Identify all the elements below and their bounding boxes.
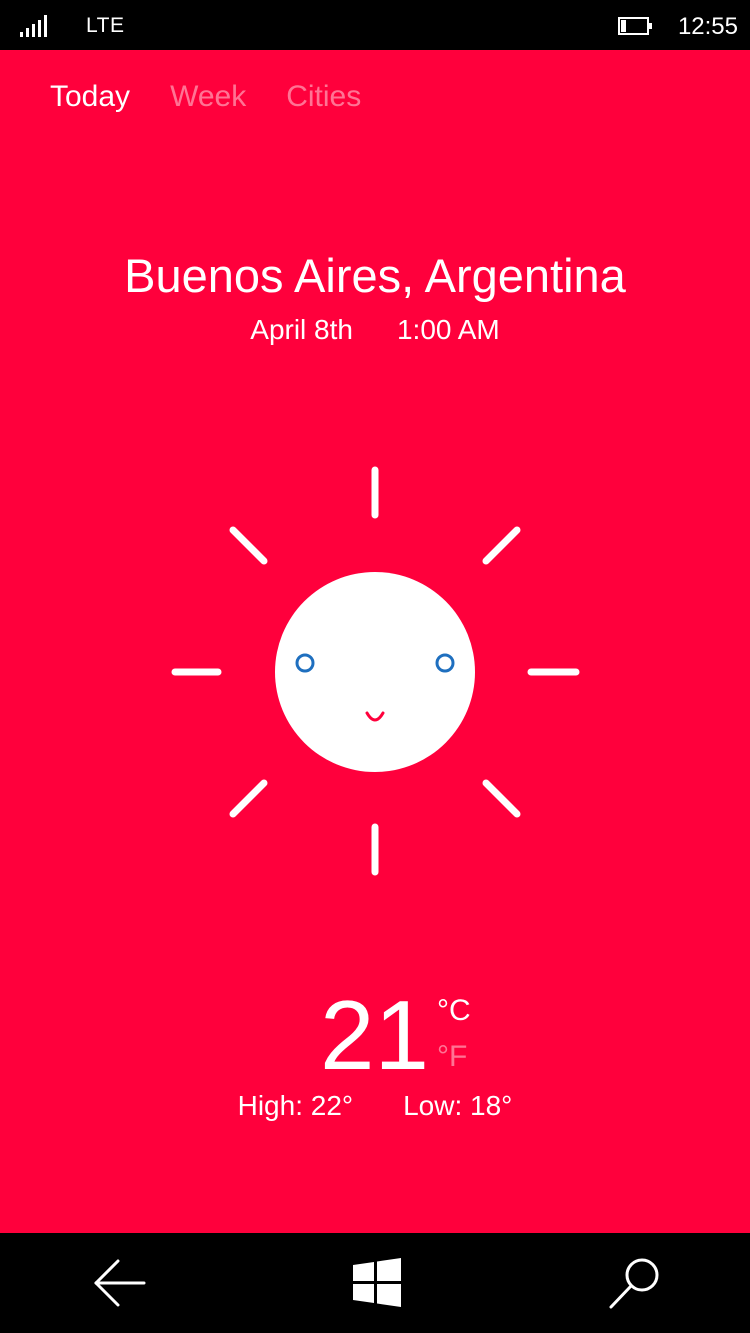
current-temperature: 21 — [320, 980, 430, 1090]
forecast-date: April 8th — [250, 314, 353, 345]
search-icon[interactable] — [605, 1253, 665, 1313]
status-bar: LTE 12:55 — [0, 0, 750, 50]
temperature-display: 21 °C °F — [0, 980, 750, 1090]
weather-app: Today Week Cities Buenos Aires, Argentin… — [0, 50, 750, 1233]
forecast-time: 1:00 AM — [396, 314, 500, 345]
unit-celsius-toggle[interactable]: °C — [437, 994, 471, 1028]
tab-week[interactable]: Week — [170, 80, 246, 114]
sun-ray-bottom-right — [482, 779, 521, 818]
high-low-temperatures: High: 22° Low: 18° — [0, 1090, 750, 1122]
phone-screen: LTE 12:55 Today Week Cities Buenos Aires… — [0, 0, 750, 1333]
battery-icon — [618, 17, 652, 35]
windows-logo-icon[interactable] — [347, 1253, 407, 1313]
navigation-bar — [0, 1233, 750, 1333]
signal-strength-icon — [20, 15, 47, 37]
tab-today[interactable]: Today — [50, 80, 130, 114]
low-temperature: Low: 18° — [403, 1090, 513, 1121]
status-clock: 12:55 — [677, 13, 738, 40]
unit-fahrenheit-toggle[interactable]: °F — [437, 1040, 467, 1074]
pivot-tabs: Today Week Cities — [50, 80, 361, 114]
back-arrow-icon[interactable] — [90, 1253, 150, 1313]
sun-ray-bottom-left — [229, 779, 268, 818]
location-datetime: April 8th 1:00 AM — [0, 314, 750, 346]
tab-cities[interactable]: Cities — [286, 80, 361, 114]
sun-ray-top-right — [482, 526, 521, 565]
location-title: Buenos Aires, Argentina — [124, 249, 626, 302]
network-type: LTE — [86, 14, 125, 37]
sun-face-icon — [171, 466, 580, 876]
sun-ray-top-left — [229, 526, 268, 565]
high-temperature: High: 22° — [237, 1090, 354, 1121]
